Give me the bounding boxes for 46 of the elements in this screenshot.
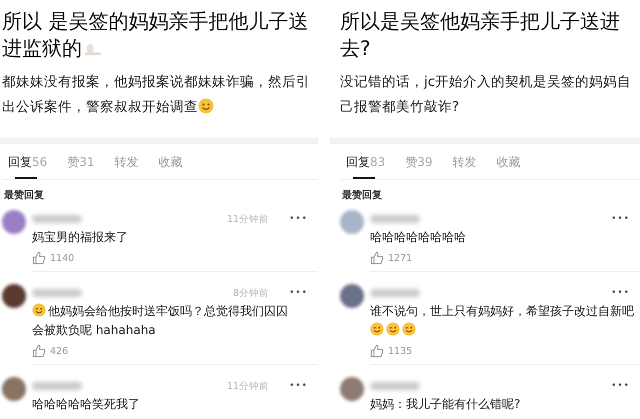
post-body: 没记错的话，jc开始介入的契机是吴签的妈妈自己报警都美竹敲诈? <box>340 73 632 117</box>
like-count: 1271 <box>388 252 412 264</box>
smiley-icon <box>198 98 214 114</box>
comment-time: 8分钟前 <box>233 286 270 300</box>
comment-text: 谁不说句，世上只有妈妈好，希望孩子改过自新吧 <box>370 302 640 340</box>
smiley-icon <box>370 322 384 336</box>
tab[interactable]: 回复83 <box>346 154 386 179</box>
avatar[interactable] <box>340 284 364 308</box>
smiley-icon <box>402 322 416 336</box>
blurred-username <box>32 382 82 390</box>
more-button[interactable]: ••• <box>289 214 308 224</box>
thumbs-up-icon[interactable] <box>370 251 384 265</box>
tab[interactable]: 回复56 <box>8 154 48 179</box>
section-label: 最赞回复 <box>342 188 383 202</box>
like-count: 1135 <box>388 346 412 356</box>
smiley-icon <box>386 322 400 336</box>
more-button[interactable]: ••• <box>611 288 630 298</box>
more-button[interactable]: ••• <box>611 381 630 391</box>
section-label: 最赞回复 <box>4 188 45 202</box>
like-count: 1140 <box>50 252 74 264</box>
comment-text: 妈妈：我儿子能有什么错呢? <box>370 396 522 413</box>
comment-text: 哈哈哈哈哈笑死我了 <box>32 396 141 413</box>
more-button[interactable]: ••• <box>289 381 308 391</box>
comment-time: 11分钟前 <box>226 212 270 226</box>
blurred-username <box>370 289 420 297</box>
comment-text: 他妈妈会给他按时送牢饭吗？总觉得我们囚囚会被欺负呢 hahahaha <box>32 302 289 339</box>
comment-text: 哈哈哈哈哈哈哈哈 <box>370 229 467 246</box>
comment-text: 妈宝男的福报来了 <box>32 229 129 246</box>
thumbs-up-icon[interactable] <box>370 344 384 358</box>
blurred-username <box>32 215 82 223</box>
post-title: 所以是吴签他妈亲手把儿子送进去? <box>340 8 621 62</box>
sticker-icon <box>82 42 102 56</box>
more-button[interactable]: ••• <box>611 214 630 224</box>
smiley-icon <box>32 303 46 317</box>
blurred-username <box>32 289 82 297</box>
avatar[interactable] <box>2 377 26 401</box>
more-button[interactable]: ••• <box>289 288 308 298</box>
blurred-username <box>370 215 420 223</box>
avatar[interactable] <box>2 284 26 308</box>
like-count: 426 <box>50 346 68 356</box>
thumbs-up-icon[interactable] <box>32 251 46 265</box>
comment-time: 11分钟前 <box>226 380 270 392</box>
post-body: 都妹妹没有报案，他妈报案说都妹妹诈骗，然后引出公诉案件，警察叔叔开始调查 <box>2 73 311 117</box>
blurred-username <box>370 382 420 390</box>
post-title: 所以 是吴签的妈妈亲手把他儿子送进监狱的 <box>2 8 310 62</box>
thumbs-up-icon[interactable] <box>32 344 46 358</box>
